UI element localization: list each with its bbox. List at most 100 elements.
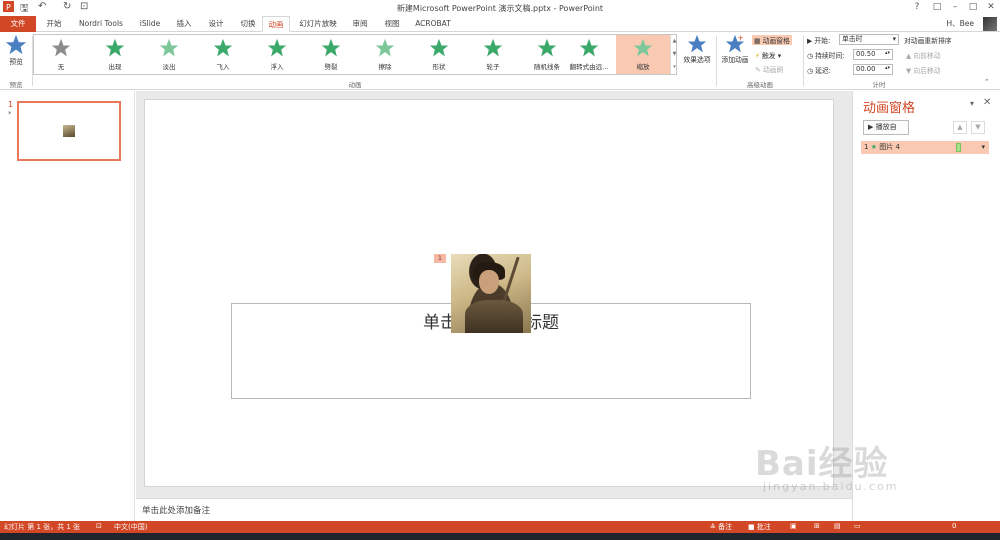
animation-none[interactable]: 无 [34, 35, 88, 74]
tab-acrobat[interactable]: ACROBAT [410, 16, 456, 32]
animation-pane-button[interactable]: ▦ 动画窗格 [752, 35, 792, 45]
spellcheck-icon[interactable]: ⊡ [96, 522, 102, 530]
animation-appear[interactable]: 出现 [88, 35, 142, 74]
title-bar: P 🖫 ↶ ↻ ⊡ 新建Microsoft PowerPoint 演示文稿.pp… [0, 0, 1000, 16]
animation-split[interactable]: 劈裂 [304, 35, 358, 74]
group-label-timing: 计时 [872, 81, 886, 89]
reorder-title: 对动画重新排序 [904, 37, 952, 45]
star-icon [213, 38, 233, 58]
ribbon-tabs: 文件 开始 Nordri Tools iSlide 插入 设计 切换 动画 幻灯… [0, 16, 1000, 32]
watermark-url: jingyan.baidu.com [763, 480, 899, 493]
tab-view[interactable]: 视图 [378, 16, 406, 32]
slide-sorter-icon[interactable]: ⊞ [814, 522, 820, 530]
tab-home[interactable]: 开始 [40, 16, 68, 32]
slideshow-view-icon[interactable]: ▭ [854, 522, 861, 530]
spinner-icon: ▴▾ [884, 65, 890, 71]
add-animation-button[interactable]: + 添加动画 [718, 34, 752, 64]
animation-wipe[interactable]: 擦除 [358, 35, 412, 74]
animation-wheel[interactable]: 轮子 [466, 35, 520, 74]
slide-thumbnail[interactable] [17, 101, 121, 161]
tab-animations[interactable]: 动画 [262, 16, 290, 32]
slide-canvas[interactable]: 单击此处添加标题 1 [144, 99, 834, 487]
help-button[interactable]: ? [910, 2, 924, 12]
group-label-preview: 预览 [9, 81, 23, 89]
star-icon [537, 38, 557, 58]
minimize-button[interactable]: – [948, 2, 962, 12]
move-up-icon[interactable]: ▲ [953, 121, 967, 134]
animation-order-badge[interactable]: 1 [434, 254, 446, 263]
notes-placeholder: 单击此处添加备注 [142, 506, 211, 516]
start-select[interactable]: 单击时 ▾ [839, 34, 899, 45]
thumbnail-number: 1 [8, 100, 14, 109]
maximize-button[interactable]: □ [966, 2, 980, 12]
tab-transitions[interactable]: 切换 [234, 16, 262, 32]
star-icon [429, 38, 449, 58]
animation-shape[interactable]: 形状 [412, 35, 466, 74]
delay-label: ◷ 延迟: [807, 67, 831, 75]
animation-zoom[interactable]: 缩放 [616, 35, 670, 74]
animation-pane-icon: ▦ [754, 37, 763, 45]
reading-view-icon[interactable]: ▤ [834, 522, 841, 530]
animation-grow-turn[interactable]: 翻转式由远... [562, 35, 616, 74]
clock-icon: ◷ [807, 67, 816, 75]
avatar[interactable] [983, 17, 997, 31]
close-pane-icon[interactable]: ✕ [983, 97, 991, 108]
animation-painter-button[interactable]: ✎ 动画刷 [755, 64, 783, 74]
close-button[interactable]: ✕ [984, 2, 998, 12]
status-bar: 幻灯片 第 1 张，共 1 张 ⊡ 中文(中国) ≙ 备注 ■ 批注 ▣ ⊞ ▤… [0, 521, 1000, 533]
user-name[interactable]: H、Bee [946, 18, 974, 29]
move-earlier-button[interactable]: ▲ 向前移动 [906, 50, 941, 60]
play-from-button[interactable]: ▶ 播放自 [863, 120, 909, 135]
spinner-icon: ▴▾ [884, 50, 890, 56]
tab-slideshow[interactable]: 幻灯片放映 [294, 16, 342, 32]
tab-islide[interactable]: iSlide [134, 16, 166, 32]
animation-fade[interactable]: 淡出 [142, 35, 196, 74]
effect-options-button[interactable]: 效果选项 [679, 34, 715, 64]
chevron-down-icon[interactable]: ▾ [981, 141, 985, 154]
star-icon [267, 38, 287, 58]
timeline-bar[interactable] [956, 143, 961, 152]
group-label-animation: 动画 [348, 81, 362, 89]
duration-input[interactable]: 00.50 ▴▾ [853, 49, 893, 60]
slide-editor: 单击此处添加标题 1 [136, 91, 852, 498]
trigger-button[interactable]: ⚡ 触发 ▾ [755, 50, 781, 60]
lightning-icon: ⚡ [755, 52, 762, 60]
star-icon [633, 38, 653, 58]
move-down-icon[interactable]: ▼ [971, 121, 985, 134]
notes-pane[interactable]: 单击此处添加备注 [136, 498, 852, 520]
star-icon [51, 38, 71, 58]
tab-nordri-tools[interactable]: Nordri Tools [72, 16, 130, 32]
delay-input[interactable]: 00.00 ▴▾ [853, 64, 893, 75]
clock-icon: ◷ [807, 52, 816, 60]
animation-pane-title: 动画窗格 [863, 101, 916, 116]
gallery-scroll[interactable]: ▲ ▼ ▾ [670, 35, 678, 74]
notes-toggle[interactable]: ≙ 备注 [710, 522, 732, 532]
collapse-ribbon-icon[interactable]: ⌃ [984, 78, 990, 86]
language-indicator[interactable]: 中文(中国) [114, 522, 147, 532]
zoom-level[interactable]: 0 [952, 522, 956, 530]
animation-fly-in[interactable]: 飞入 [196, 35, 250, 74]
tab-review[interactable]: 审阅 [346, 16, 374, 32]
watermark-brand: Bai经验 [755, 444, 889, 484]
slide-picture[interactable] [451, 254, 531, 333]
animation-float-in[interactable]: 浮入 [250, 35, 304, 74]
ribbon-display-button[interactable]: □ [930, 2, 944, 12]
tab-insert[interactable]: 插入 [170, 16, 198, 32]
duration-label: ◷ 持续时间: [807, 52, 845, 60]
preview-button[interactable]: 预览 [2, 34, 30, 66]
slide-thumbnail-pane: 1 * [0, 91, 135, 521]
star-icon [579, 38, 599, 58]
ribbon: 预览 预览 无 出现 淡出 飞入 浮入 劈裂 擦除 形状 轮子 随机线条 翻转式… [0, 32, 1000, 90]
zoom-star-icon: ★ [870, 143, 877, 151]
animation-list-item[interactable]: 1 ★ 图片 4 ▾ [861, 141, 989, 154]
move-later-button[interactable]: ▼ 向后移动 [906, 65, 941, 75]
tab-file[interactable]: 文件 [0, 16, 36, 32]
effect-options-icon [679, 34, 715, 54]
pane-options-icon[interactable]: ▾ [970, 99, 974, 108]
normal-view-icon[interactable]: ▣ [790, 522, 797, 530]
star-icon [159, 38, 179, 58]
comments-toggle[interactable]: ■ 批注 [748, 522, 771, 532]
start-label: ▶ 开始: [807, 37, 831, 45]
star-icon [375, 38, 395, 58]
tab-design[interactable]: 设计 [202, 16, 230, 32]
